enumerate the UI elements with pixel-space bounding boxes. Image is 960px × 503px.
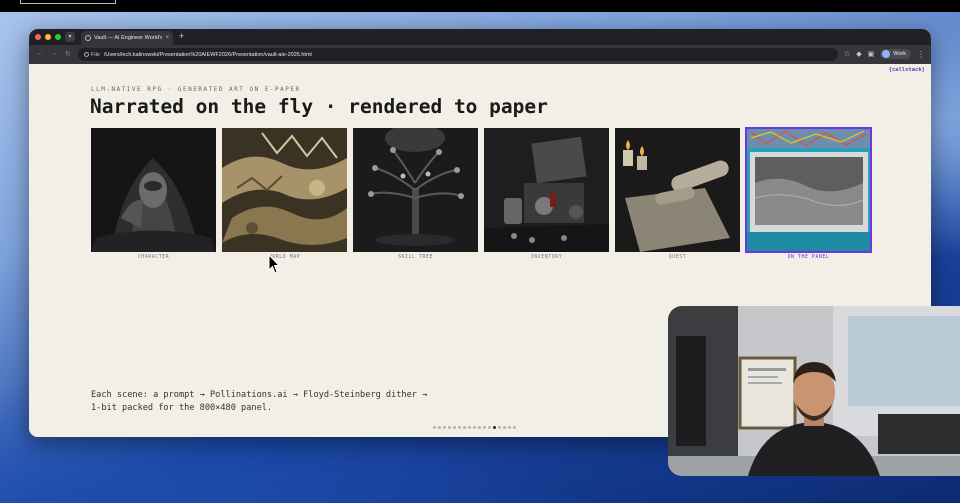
slide-dot[interactable] [483, 426, 486, 429]
toolbar-actions: ☆ ◆ ▣ Work ⋮ [844, 49, 925, 59]
screen-thumbnail-frame [20, 0, 116, 4]
slide-dot[interactable] [468, 426, 471, 429]
pipeline-line-2: 1-bit packed for the 800×480 panel. [91, 403, 273, 413]
address-bar[interactable]: File /Users/lech.kalinowski/Presentation… [78, 48, 838, 61]
slide-dot[interactable] [513, 426, 516, 429]
slide-dot[interactable] [448, 426, 451, 429]
scene-caption: SKILL TREE [398, 255, 433, 260]
slide-dot-current[interactable] [493, 426, 496, 429]
profile-button[interactable]: Work [880, 49, 911, 59]
pipeline-description: Each scene: a prompt → Pollinations.ai →… [91, 389, 427, 415]
scene-caption: CHARACTER [137, 255, 170, 260]
tab-title: Vault — AI Engineer World's Fair [94, 35, 163, 41]
scene-card-world-map: WORLD MAP [222, 128, 347, 260]
extension-icon[interactable]: ◆ [856, 50, 861, 58]
tab-search-chevron-icon[interactable]: ▾ [65, 32, 75, 42]
info-icon [84, 52, 89, 57]
tab-bar: ▾ Vault — AI Engineer World's Fair × + [29, 29, 931, 45]
world-map-image [222, 128, 347, 252]
browser-tab[interactable]: Vault — AI Engineer World's Fair × [81, 31, 173, 45]
url-text: /Users/lech.kalinowski/Presentation%20AI… [103, 51, 312, 58]
mouse-pointer-icon [268, 253, 281, 279]
slide-headline: Narrated on the fly · rendered to paper [90, 95, 548, 118]
slide-dot[interactable] [438, 426, 441, 429]
skill-tree-image [353, 128, 478, 252]
forward-arrow-icon[interactable]: → [47, 50, 61, 58]
more-menu-icon[interactable]: ⋮ [917, 50, 925, 59]
new-tab-button[interactable]: + [179, 31, 184, 41]
slide-dot[interactable] [478, 426, 481, 429]
quest-image [615, 128, 740, 252]
browser-toolbar: ← → ↻ File /Users/lech.kalinowski/Presen… [29, 45, 931, 64]
brand-link[interactable]: {callstack} [889, 67, 925, 73]
slide-eyebrow: LLM-NATIVE RPG · GENERATED ART ON E-PAPE… [91, 86, 301, 93]
avatar [882, 50, 891, 58]
slide-dot[interactable] [488, 426, 491, 429]
globe-icon [85, 35, 91, 41]
slide-dot[interactable] [433, 426, 436, 429]
back-arrow-icon[interactable]: ← [33, 50, 47, 58]
close-tab-icon[interactable]: × [165, 35, 169, 41]
scene-caption: INVENTORY [530, 255, 563, 260]
scene-caption: ON THE PANEL [787, 255, 830, 260]
site-info-label: File [91, 51, 100, 58]
slide-dot[interactable] [498, 426, 501, 429]
slide-dot[interactable] [473, 426, 476, 429]
slide-dot[interactable] [463, 426, 466, 429]
scene-card-skill-tree: SKILL TREE [353, 128, 478, 260]
slide-pagination [433, 426, 516, 429]
scene-caption: QUEST [668, 255, 687, 260]
scene-card-on-the-panel: ON THE PANEL [745, 127, 872, 260]
site-info-chip[interactable]: File [84, 52, 100, 58]
slide-dot[interactable] [453, 426, 456, 429]
profile-label: Work [893, 51, 906, 57]
inventory-image [484, 128, 609, 252]
screen-top-strip [0, 0, 960, 12]
reload-icon[interactable]: ↻ [61, 50, 75, 58]
scene-gallery: CHARACTER WORLD MAP SKILL TREE INVENTORY… [91, 127, 872, 260]
slide-dot[interactable] [443, 426, 446, 429]
character-image [91, 128, 216, 252]
pipeline-line-1: Each scene: a prompt → Pollinations.ai →… [91, 390, 428, 400]
slide-dot[interactable] [503, 426, 506, 429]
scene-card-inventory: INVENTORY [484, 128, 609, 260]
scene-card-character: CHARACTER [91, 128, 216, 260]
navigation-buttons: ← → ↻ [33, 50, 75, 58]
e-paper-panel-photo [745, 127, 872, 253]
scene-caption: WORLD MAP [268, 255, 301, 260]
scene-card-quest: QUEST [615, 128, 740, 260]
minimize-window-button[interactable] [45, 34, 51, 40]
slide-dot[interactable] [458, 426, 461, 429]
window-controls [35, 34, 61, 40]
bookmark-star-icon[interactable]: ☆ [844, 50, 850, 58]
close-window-button[interactable] [35, 34, 41, 40]
slide-dot[interactable] [508, 426, 511, 429]
presenter-webcam [668, 306, 960, 476]
side-panel-icon[interactable]: ▣ [868, 50, 875, 58]
maximize-window-button[interactable] [55, 34, 61, 40]
